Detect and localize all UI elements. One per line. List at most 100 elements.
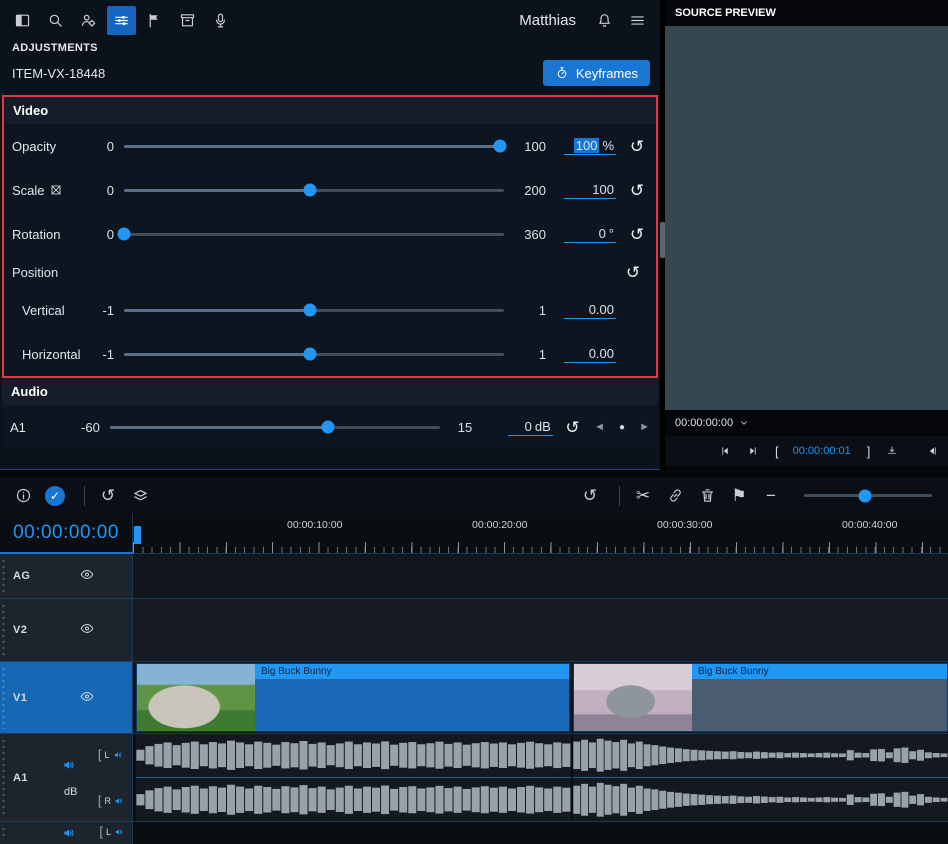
mark-out-button[interactable]: ]: [867, 444, 871, 459]
video-clip-1[interactable]: Big Buck Bunny: [136, 663, 570, 732]
rotation-slider-handle[interactable]: [118, 228, 131, 241]
playhead-marker[interactable]: [134, 526, 141, 544]
track-ag-header[interactable]: AG: [0, 554, 133, 598]
delete-button[interactable]: [694, 483, 720, 509]
vertical-slider-handle[interactable]: [304, 304, 317, 317]
audio-section-title: Audio: [2, 378, 658, 405]
step-forward-button[interactable]: [747, 445, 759, 457]
history-button[interactable]: ↺: [577, 483, 603, 509]
step-back-button[interactable]: [719, 445, 731, 457]
layout-button[interactable]: [8, 6, 37, 35]
timeline-ruler-row: 00:00:00:00 00:00:10:00 00:00:20:00 00:0…: [0, 514, 948, 554]
opacity-slider[interactable]: [124, 145, 504, 148]
playhead-timecode[interactable]: 00:00:00:00: [0, 514, 133, 554]
scale-value-field[interactable]: 100: [564, 181, 616, 199]
preview-timecode[interactable]: 00:00:00:00: [675, 417, 733, 429]
previous-keyframe-button[interactable]: ◄: [594, 421, 605, 433]
scale-lock-icon[interactable]: [50, 184, 62, 196]
a1-slider-handle[interactable]: [321, 421, 334, 434]
track-a2-header[interactable]: [ L: [0, 822, 133, 844]
add-keyframe-button[interactable]: ●: [619, 422, 625, 433]
next-keyframe-button[interactable]: ►: [639, 421, 650, 433]
add-track-button[interactable]: [127, 483, 153, 509]
rotation-slider[interactable]: [124, 233, 504, 236]
opacity-row: Opacity 0 100 100 % ↺: [4, 124, 656, 168]
insert-button[interactable]: [886, 445, 898, 457]
rotation-value-field[interactable]: 0 °: [564, 225, 616, 243]
adjustments-button[interactable]: [107, 6, 136, 35]
archive-button[interactable]: [173, 6, 202, 35]
duration-timecode[interactable]: 00:00:00:01: [793, 445, 851, 457]
db-label[interactable]: dB: [64, 786, 77, 798]
voiceover-button[interactable]: [206, 6, 235, 35]
go-to-start-button[interactable]: [926, 445, 938, 457]
horizontal-slider-handle[interactable]: [304, 348, 317, 361]
keyframes-button[interactable]: Keyframes: [543, 60, 650, 86]
markers-button[interactable]: [140, 6, 169, 35]
horizontal-value-field[interactable]: 0.00: [564, 345, 616, 363]
track-v1-header[interactable]: V1: [0, 662, 133, 733]
info-button[interactable]: [10, 483, 36, 509]
scale-slider[interactable]: [124, 189, 504, 192]
clip-thumbnail: [137, 664, 255, 731]
panel-divider[interactable]: [660, 0, 665, 470]
approve-button[interactable]: ✓: [42, 483, 68, 509]
notifications-button[interactable]: [590, 6, 619, 35]
track-name: A1: [13, 772, 28, 784]
visibility-toggle[interactable]: [80, 622, 94, 639]
horizontal-slider[interactable]: [124, 353, 504, 356]
scale-slider-handle[interactable]: [304, 184, 317, 197]
user-roles-button[interactable]: [74, 6, 103, 35]
vertical-value-field[interactable]: 0.00: [564, 301, 616, 319]
zoom-slider[interactable]: [804, 494, 932, 497]
a1-reset-button[interactable]: ↺: [563, 419, 582, 436]
divider-handle[interactable]: [660, 222, 665, 258]
track-a1-header[interactable]: A1 dB [ L [ R: [0, 734, 133, 821]
right-channel: [ R: [98, 794, 124, 807]
track-v1-lane[interactable]: Big Buck Bunny Big Buck Bunny: [133, 662, 948, 733]
a1-gain-slider[interactable]: [110, 426, 440, 429]
scale-max: 200: [510, 183, 546, 198]
zoom-out-button[interactable]: −: [758, 483, 784, 509]
timeline-ruler[interactable]: 00:00:10:00 00:00:20:00 00:00:30:00 00:0…: [133, 514, 948, 554]
visibility-toggle[interactable]: [80, 568, 94, 585]
drag-grip[interactable]: [1, 738, 6, 817]
mark-in-button[interactable]: [: [775, 444, 779, 459]
drag-grip[interactable]: [1, 558, 6, 594]
audio-clip-2[interactable]: [573, 734, 948, 821]
track-v2-header[interactable]: V2: [0, 599, 133, 661]
rotation-reset-button[interactable]: ↺: [626, 226, 648, 243]
track-name: V2: [13, 624, 27, 636]
track-v2-lane[interactable]: [133, 599, 948, 661]
a1-value-field[interactable]: 0 dB: [508, 418, 553, 436]
cut-button[interactable]: ✂: [630, 483, 656, 509]
drag-grip[interactable]: [1, 603, 6, 657]
user-name[interactable]: Matthias: [509, 12, 586, 29]
audio-clip-1[interactable]: [136, 734, 571, 821]
marker-button[interactable]: ⚑: [726, 483, 752, 509]
mute-toggle[interactable]: [62, 826, 76, 843]
opacity-slider-handle[interactable]: [494, 140, 507, 153]
speaker-icon: [113, 750, 123, 760]
drag-grip[interactable]: [1, 826, 6, 840]
menu-button[interactable]: [623, 6, 652, 35]
scale-reset-button[interactable]: ↺: [626, 182, 648, 199]
link-button[interactable]: [662, 483, 688, 509]
caret-down-icon[interactable]: [739, 418, 749, 428]
track-a1-lane[interactable]: [133, 734, 948, 821]
zoom-slider-handle[interactable]: [859, 489, 872, 502]
opacity-reset-button[interactable]: ↺: [626, 138, 648, 155]
video-clip-2[interactable]: Big Buck Bunny: [573, 663, 948, 732]
undo-button[interactable]: ↺: [95, 483, 121, 509]
opacity-value-field[interactable]: 100 %: [564, 137, 616, 155]
drag-grip[interactable]: [1, 666, 6, 729]
search-button[interactable]: [41, 6, 70, 35]
vertical-slider[interactable]: [124, 309, 504, 312]
waveform: [136, 736, 571, 775]
visibility-toggle[interactable]: [80, 689, 94, 706]
track-ag-lane[interactable]: [133, 554, 948, 598]
mute-toggle[interactable]: [62, 758, 76, 775]
track-a2-lane[interactable]: [133, 822, 948, 844]
preview-viewport[interactable]: [665, 26, 948, 410]
position-reset-button[interactable]: ↺: [622, 264, 644, 281]
